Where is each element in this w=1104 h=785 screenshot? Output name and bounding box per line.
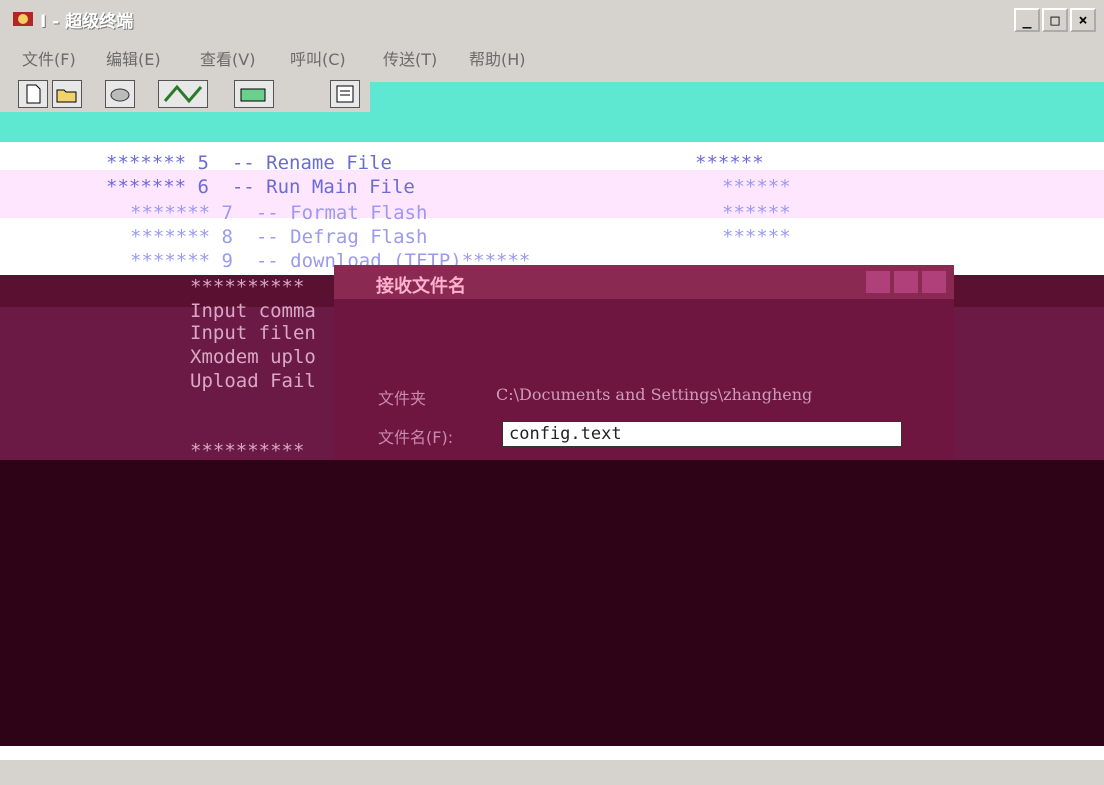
terminal-line: Input comma	[190, 300, 316, 322]
dialog-title: 接收文件名	[376, 276, 466, 297]
dialog-help-button[interactable]	[866, 271, 890, 293]
menu-bar: 文件(F) 编辑(E) 查看(V) 呼叫(C) 传送(T) 帮助(H)	[0, 38, 1104, 74]
terminal-line: Upload Fail	[190, 370, 316, 392]
terminal-line: **********	[190, 440, 305, 462]
terminal-top-band	[0, 112, 1104, 142]
window-title: I - 超级终端	[40, 12, 134, 32]
menu-transfer[interactable]: 传送(T)	[383, 46, 437, 70]
terminal-stars: ******	[722, 226, 791, 248]
toolbar-glitch-band	[370, 82, 1104, 116]
maximize-button[interactable]: □	[1042, 8, 1068, 32]
terminal-line: **********	[190, 276, 305, 298]
dialog-minimize-button[interactable]	[894, 271, 918, 293]
terminal-line: ******* 6 -- Run Main File	[106, 176, 415, 198]
dialog-close-button[interactable]	[922, 271, 946, 293]
minimize-button[interactable]: _	[1014, 8, 1040, 32]
terminal-line: Input filen	[190, 322, 316, 344]
menu-file[interactable]: 文件(F)	[22, 46, 76, 70]
open-folder-icon[interactable]	[52, 80, 82, 108]
folder-path: C:\Documents and Settings\zhangheng	[496, 385, 813, 404]
terminal-line: Xmodem uplo	[190, 346, 316, 368]
dialog-title-bar: 接收文件名	[334, 265, 954, 299]
terminal-line: ******* 7 -- Format Flash	[130, 202, 428, 224]
terminal-line: ******* 8 -- Defrag Flash	[130, 226, 428, 248]
send-file-icon[interactable]	[234, 80, 274, 108]
folder-label: 文件夹	[378, 389, 427, 408]
close-button[interactable]: ×	[1070, 8, 1096, 32]
terminal-stars: ******	[722, 202, 791, 224]
filename-input[interactable]: config.text	[502, 421, 902, 447]
terminal-stars: ******	[722, 176, 791, 198]
menu-call[interactable]: 呼叫(C)	[290, 46, 346, 70]
call-icon[interactable]	[158, 80, 208, 108]
disconnect-icon[interactable]	[105, 80, 135, 108]
menu-view[interactable]: 查看(V)	[200, 46, 255, 70]
title-bar: I - 超级终端 _ □ ×	[0, 0, 1104, 39]
status-bar	[0, 760, 1104, 785]
terminal-app-icon	[13, 12, 33, 26]
terminal-lower-area	[0, 460, 1104, 760]
new-file-icon[interactable]	[18, 80, 48, 108]
menu-edit[interactable]: 编辑(E)	[106, 46, 161, 70]
terminal-stars: ******	[695, 152, 764, 174]
terminal-line: ******* 5 -- Rename File	[106, 152, 392, 174]
properties-icon[interactable]	[330, 80, 360, 108]
filename-label: 文件名(F):	[378, 428, 454, 447]
menu-help[interactable]: 帮助(H)	[469, 46, 526, 70]
